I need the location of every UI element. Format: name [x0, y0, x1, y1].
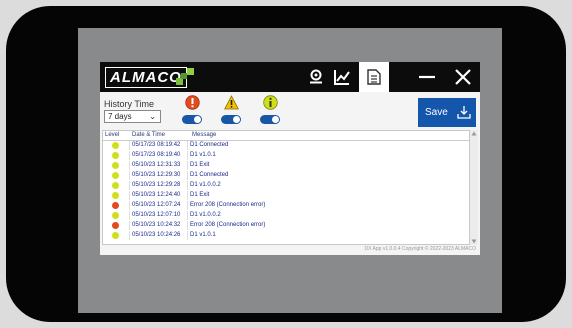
datetime-cell: 05/10/23 10:24:26: [130, 231, 188, 240]
table-scrollbar[interactable]: [470, 130, 478, 245]
message-cell: D1 v1.0.0.2: [190, 182, 221, 188]
download-icon: [457, 106, 471, 119]
datetime-cell: 05/10/23 10:24:32: [130, 221, 188, 230]
datetime-cell: 05/10/23 12:07:24: [130, 201, 188, 210]
tab-log[interactable]: [359, 62, 389, 92]
message-cell: D1 Connected: [190, 142, 229, 148]
close-icon[interactable]: [452, 66, 474, 88]
level-cell: [103, 221, 130, 230]
datetime-cell: 05/10/23 12:24:40: [130, 191, 188, 200]
toggle-knob: [194, 116, 201, 123]
chevron-down-icon: ⌄: [149, 112, 156, 121]
datetime-cell: 05/17/23 08:19:42: [130, 141, 188, 150]
level-cell: [103, 141, 130, 150]
almaco-logo: ALMACO: [105, 67, 187, 88]
datetime-cell: 05/17/23 08:19:40: [130, 151, 188, 160]
message-cell: Error 208 (Connection error): [190, 202, 266, 208]
message-cell: D1 v1.0.1: [190, 152, 216, 158]
scroll-down-icon[interactable]: [471, 239, 477, 244]
minimize-icon[interactable]: [416, 66, 438, 88]
title-bar: ALMACO: [100, 62, 480, 92]
datetime-cell: 05/10/23 12:07:10: [130, 211, 188, 220]
error-level-icon: [112, 222, 119, 229]
sensor-icon[interactable]: [305, 66, 327, 88]
error-filter-icon: [185, 95, 200, 110]
message-cell: D1 Connected: [190, 172, 229, 178]
app-window: ALMACO History Time 7 days ⌄ Save Level …: [100, 62, 480, 255]
datetime-cell: 05/10/23 12:31:33: [130, 161, 188, 170]
level-cell: [103, 161, 130, 170]
log-table: Level Date & Time Message 05/17/23 08:19…: [102, 130, 470, 245]
column-header-level[interactable]: Level: [105, 132, 119, 138]
column-header-datetime[interactable]: Date & Time: [132, 132, 165, 138]
error-filter-toggle[interactable]: [182, 115, 202, 124]
error-level-icon: [112, 202, 119, 209]
info-level-icon: [112, 182, 119, 189]
message-cell: D1 Exit: [190, 162, 210, 168]
message-cell: D1 v1.0.1: [190, 232, 216, 238]
document-icon: [367, 69, 381, 85]
table-row[interactable]: 05/10/23 10:24:32 Error 208 (Connection e…: [103, 221, 469, 230]
history-time-value: 7 days: [108, 112, 132, 121]
info-level-icon: [112, 232, 119, 239]
info-level-icon: [112, 212, 119, 219]
warning-filter-icon: [224, 95, 239, 110]
level-cell: [103, 191, 130, 200]
logo-mark-icon: [176, 68, 194, 85]
table-row[interactable]: 05/10/23 12:07:10 D1 v1.0.0.2: [103, 211, 469, 220]
datetime-cell: 05/10/23 12:29:30: [130, 171, 188, 180]
message-cell: Error 208 (Connection error): [190, 222, 266, 228]
message-cell: D1 Exit: [190, 192, 210, 198]
scroll-up-icon[interactable]: [471, 131, 477, 136]
footer-copyright: DX App v1.0.0.4 Copyright © 2022-2023 AL…: [364, 246, 476, 252]
table-row[interactable]: 05/10/23 12:29:30 D1 Connected: [103, 171, 469, 180]
warning-filter-toggle[interactable]: [221, 115, 241, 124]
level-cell: [103, 201, 130, 210]
toggle-knob: [272, 116, 279, 123]
info-filter-toggle[interactable]: [260, 115, 280, 124]
history-time-label: History Time: [104, 99, 155, 109]
save-button[interactable]: Save: [418, 98, 476, 127]
info-level-icon: [112, 142, 119, 149]
level-cell: [103, 211, 130, 220]
history-time-select[interactable]: 7 days ⌄: [104, 110, 161, 123]
toggle-knob: [233, 116, 240, 123]
table-header: Level Date & Time Message: [103, 131, 469, 141]
info-level-icon: [112, 172, 119, 179]
datetime-cell: 05/10/23 12:29:28: [130, 181, 188, 190]
info-filter-icon: [263, 95, 278, 110]
table-row[interactable]: 05/10/23 12:07:24 Error 208 (Connection e…: [103, 201, 469, 210]
level-cell: [103, 181, 130, 190]
level-cell: [103, 171, 130, 180]
info-level-icon: [112, 162, 119, 169]
column-header-message[interactable]: Message: [192, 132, 216, 138]
save-button-label: Save: [425, 107, 448, 118]
info-level-icon: [112, 152, 119, 159]
table-row[interactable]: 05/10/23 12:24:40 D1 Exit: [103, 191, 469, 200]
table-row[interactable]: 05/10/23 10:24:26 D1 v1.0.1: [103, 231, 469, 240]
level-cell: [103, 151, 130, 160]
chart-icon[interactable]: [331, 66, 353, 88]
info-level-icon: [112, 192, 119, 199]
table-row[interactable]: 05/10/23 12:29:28 D1 v1.0.0.2: [103, 181, 469, 190]
table-row[interactable]: 05/17/23 08:19:42 D1 Connected: [103, 141, 469, 150]
table-row[interactable]: 05/10/23 12:31:33 D1 Exit: [103, 161, 469, 170]
message-cell: D1 v1.0.0.2: [190, 212, 221, 218]
level-cell: [103, 231, 130, 240]
table-row[interactable]: 05/17/23 08:19:40 D1 v1.0.1: [103, 151, 469, 160]
